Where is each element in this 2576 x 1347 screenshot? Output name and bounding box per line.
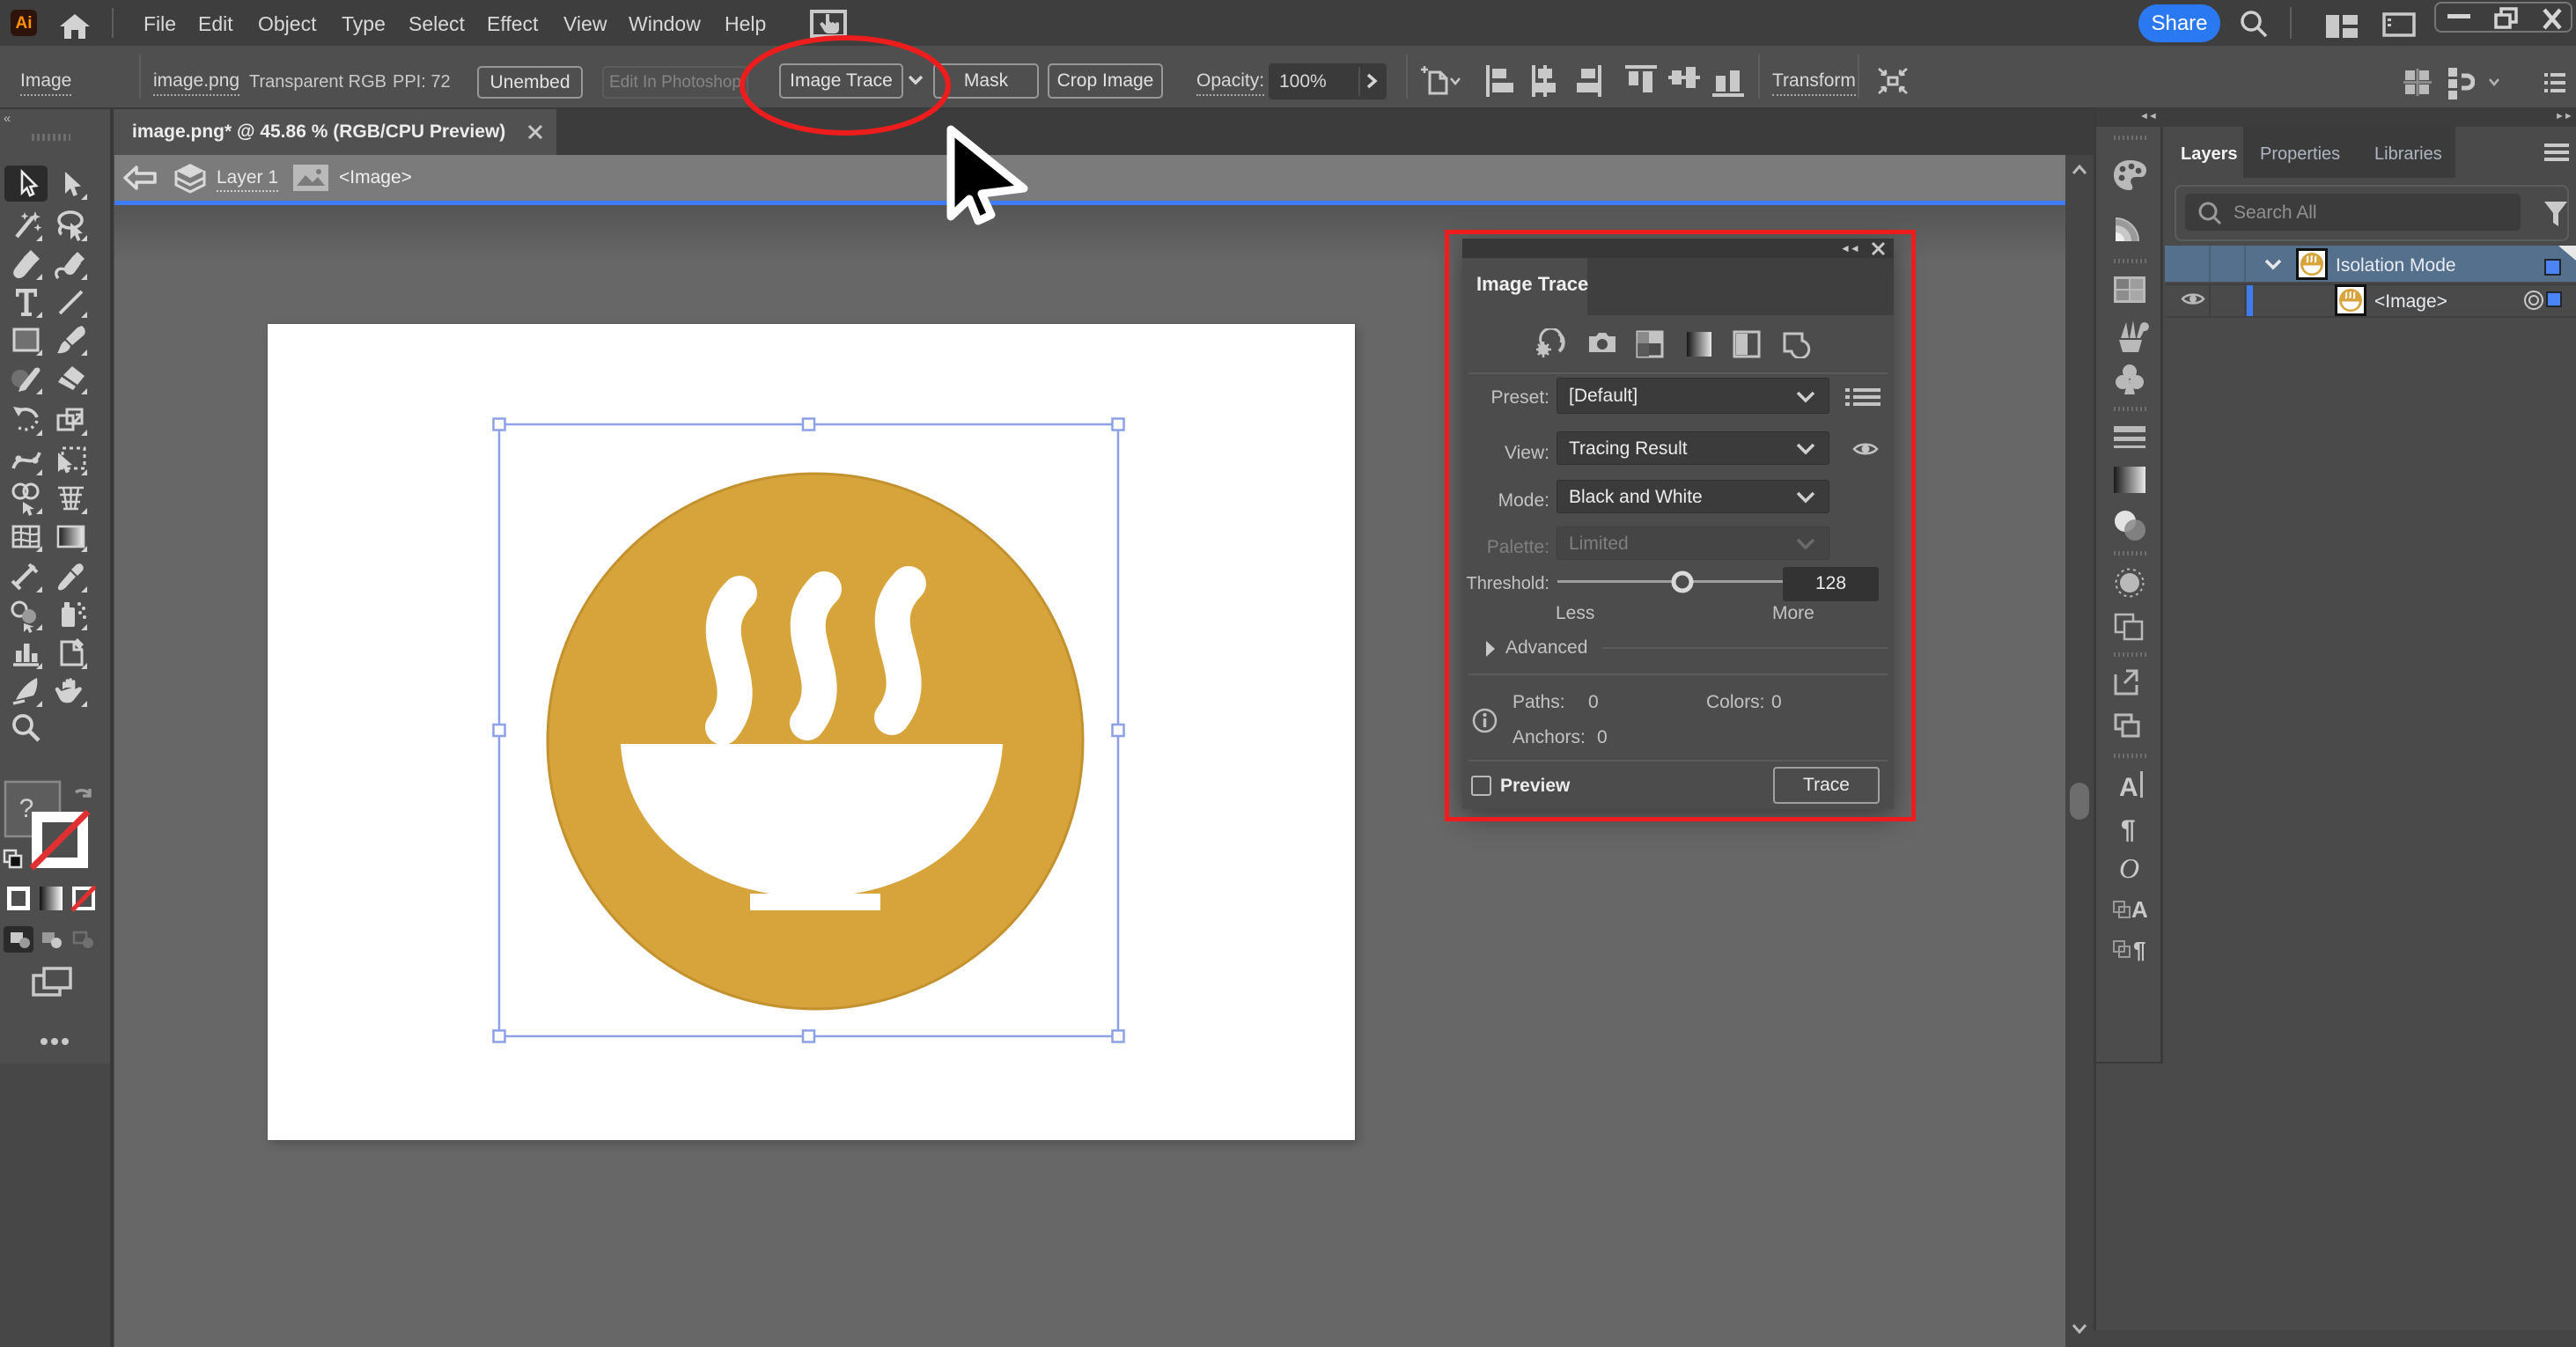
svg-text:A: A [2119, 773, 2138, 802]
svg-text:?: ? [19, 794, 34, 823]
svg-text:¶: ¶ [2133, 937, 2145, 963]
svg-text:A: A [2131, 896, 2148, 923]
svg-text:¶: ¶ [2121, 815, 2136, 844]
svg-text:O: O [2119, 852, 2139, 884]
